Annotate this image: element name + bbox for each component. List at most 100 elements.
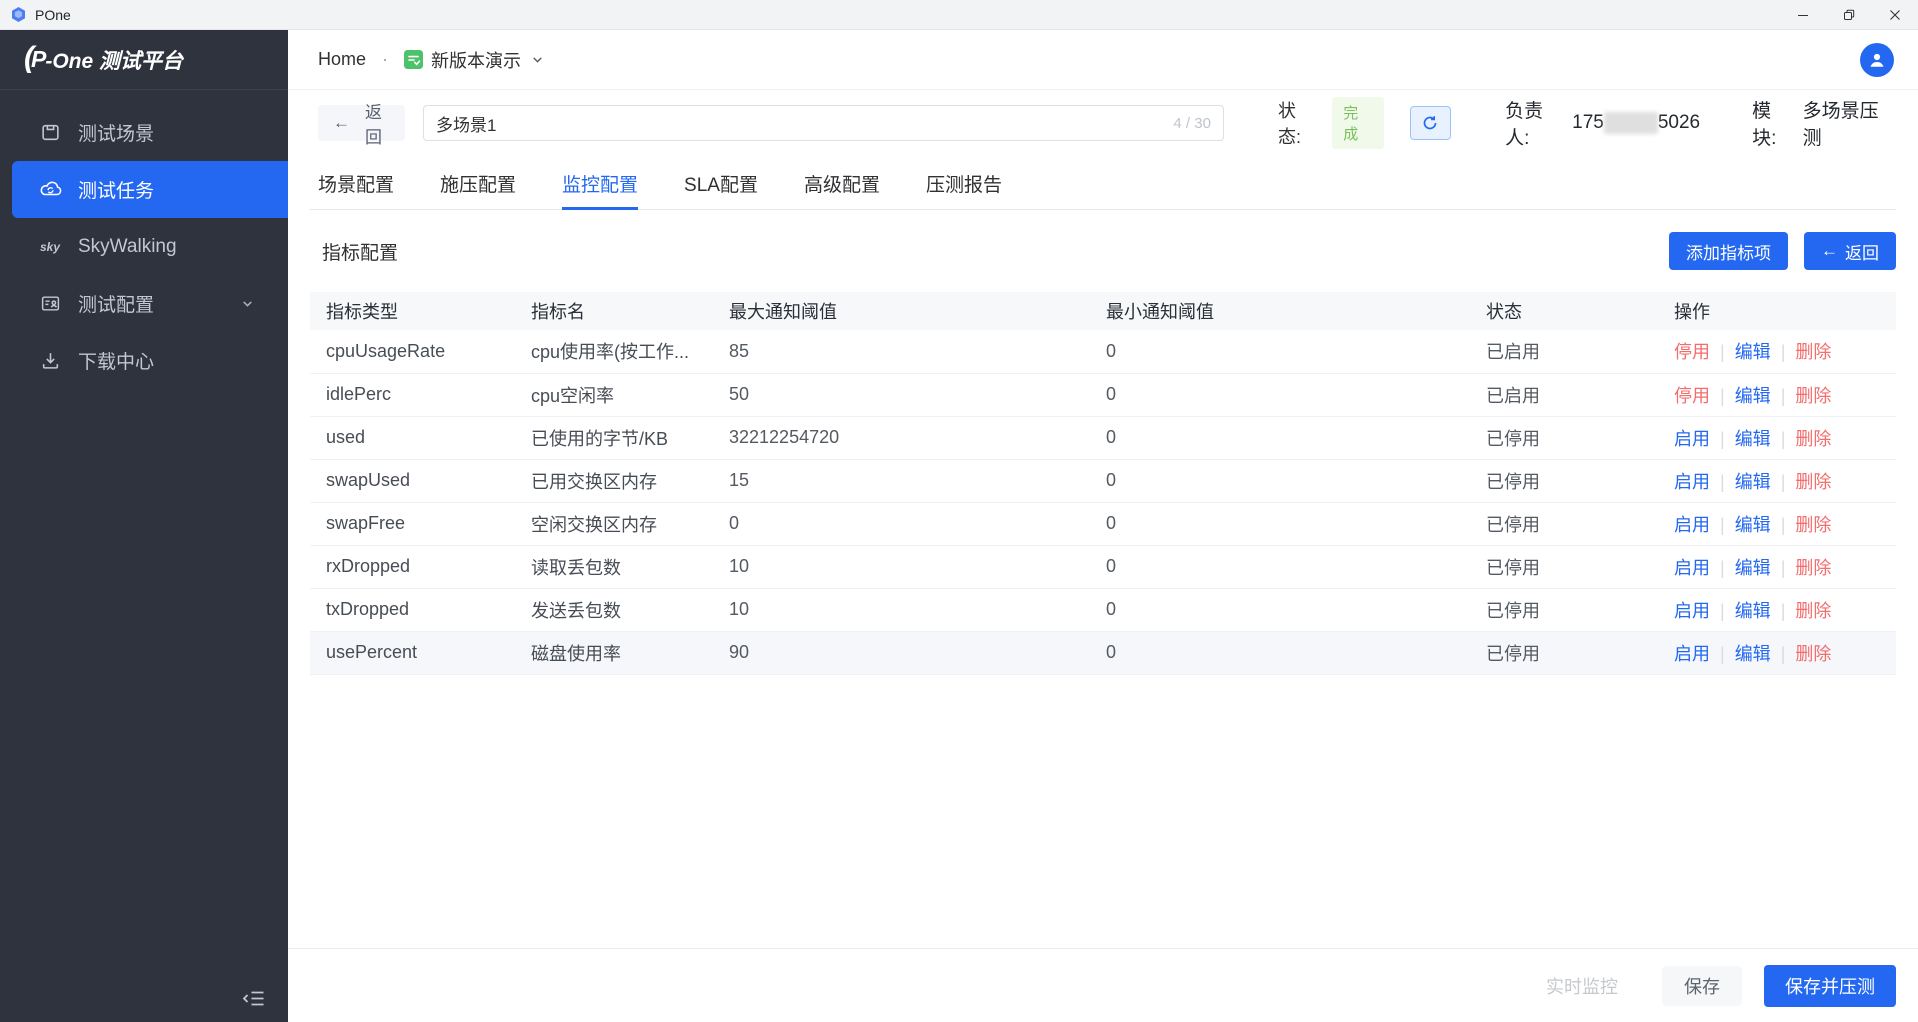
column-header: 最小通知阈值 — [1090, 292, 1470, 330]
owner-phone: 1755026 — [1572, 112, 1700, 134]
edit-link[interactable]: 编辑 — [1735, 558, 1771, 578]
cell-actions: 启用|编辑|删除 — [1658, 502, 1896, 545]
window-controls — [1780, 0, 1918, 29]
cell-max: 90 — [713, 631, 1090, 674]
delete-link[interactable]: 删除 — [1795, 472, 1831, 492]
edit-link[interactable]: 编辑 — [1735, 515, 1771, 535]
tab-1[interactable]: 场景配置 — [318, 166, 394, 209]
edit-link[interactable]: 编辑 — [1735, 386, 1771, 406]
top-header: Home · 新版本演示 — [288, 30, 1918, 90]
logo-arc: ( — [24, 41, 34, 75]
config-icon — [38, 293, 62, 314]
toggle-status-link[interactable]: 启用 — [1674, 515, 1710, 535]
table-row: idlePerccpu空闲率500已启用停用|编辑|删除 — [310, 373, 1896, 416]
save-and-test-button[interactable]: 保存并压测 — [1764, 965, 1896, 1007]
toggle-status-link[interactable]: 启用 — [1674, 644, 1710, 664]
sidebar-item-scenes[interactable]: 测试场景 — [0, 104, 288, 161]
module-info: 模块: 多场景压测 — [1752, 96, 1896, 150]
app-title: POne — [35, 7, 71, 23]
cell-actions: 启用|编辑|删除 — [1658, 588, 1896, 631]
save-button[interactable]: 保存 — [1662, 966, 1742, 1006]
delete-link[interactable]: 删除 — [1795, 386, 1831, 406]
delete-link[interactable]: 删除 — [1795, 515, 1831, 535]
tab-2[interactable]: 施压配置 — [440, 166, 516, 209]
action-divider: | — [1781, 472, 1786, 492]
toggle-status-link[interactable]: 启用 — [1674, 472, 1710, 492]
cell-actions: 启用|编辑|删除 — [1658, 631, 1896, 674]
sidebar-item-sky[interactable]: skySkyWalking — [0, 218, 288, 275]
toggle-status-link[interactable]: 停用 — [1674, 386, 1710, 406]
sidebar-item-tasks[interactable]: 测试任务 — [12, 161, 288, 218]
owner-masked-digits — [1604, 112, 1658, 134]
toggle-status-link[interactable]: 停用 — [1674, 342, 1710, 362]
back-button[interactable]: ← 返回 — [318, 105, 405, 141]
cell-name: 空闲交换区内存 — [515, 502, 713, 545]
edit-link[interactable]: 编辑 — [1735, 342, 1771, 362]
table-row: usePercent磁盘使用率900已停用启用|编辑|删除 — [310, 631, 1896, 674]
edit-link[interactable]: 编辑 — [1735, 644, 1771, 664]
scenes-icon — [38, 122, 62, 143]
brand-logo: (P-One 测试平台 — [0, 30, 288, 90]
section-title: 指标配置 — [322, 238, 398, 265]
action-divider: | — [1720, 386, 1725, 406]
metric-section-header: 指标配置 添加指标项 ← 返回 — [310, 232, 1896, 270]
column-header: 指标类型 — [310, 292, 515, 330]
delete-link[interactable]: 删除 — [1795, 429, 1831, 449]
action-divider: | — [1781, 429, 1786, 449]
minimize-button[interactable] — [1780, 0, 1826, 29]
scene-name-input[interactable] — [436, 113, 1165, 133]
delete-link[interactable]: 删除 — [1795, 558, 1831, 578]
action-divider: | — [1781, 342, 1786, 362]
edit-link[interactable]: 编辑 — [1735, 601, 1771, 621]
project-selector[interactable]: 新版本演示 — [404, 47, 544, 73]
sky-icon: sky — [38, 240, 62, 254]
cell-status: 已启用 — [1470, 373, 1658, 416]
sidebar-collapse-icon[interactable] — [242, 989, 265, 1008]
close-button[interactable] — [1872, 0, 1918, 29]
section-actions: 添加指标项 ← 返回 — [1669, 232, 1896, 270]
cell-name: cpu使用率(按工作... — [515, 330, 713, 373]
chevron-down-icon — [531, 53, 544, 66]
cell-max: 32212254720 — [713, 416, 1090, 459]
refresh-button[interactable] — [1410, 106, 1451, 140]
table-header-row: 指标类型指标名最大通知阈值最小通知阈值状态操作 — [310, 292, 1896, 330]
table-row: swapFree空闲交换区内存00已停用启用|编辑|删除 — [310, 502, 1896, 545]
sidebar-item-download[interactable]: 下载中心 — [0, 332, 288, 389]
tab-5[interactable]: 高级配置 — [804, 166, 880, 209]
toggle-status-link[interactable]: 启用 — [1674, 601, 1710, 621]
cell-actions: 停用|编辑|删除 — [1658, 373, 1896, 416]
cell-type: rxDropped — [310, 545, 515, 588]
sidebar-item-config[interactable]: 测试配置 — [0, 275, 288, 332]
module-value: 多场景压测 — [1803, 96, 1896, 150]
tab-6[interactable]: 压测报告 — [926, 166, 1002, 209]
scene-toolbar: ← 返回 4 / 30 状态: 完成 负责人: 1 — [310, 104, 1896, 142]
table-body: cpuUsageRatecpu使用率(按工作...850已启用停用|编辑|删除i… — [310, 330, 1896, 674]
cell-name: 磁盘使用率 — [515, 631, 713, 674]
delete-link[interactable]: 删除 — [1795, 644, 1831, 664]
cell-status: 已停用 — [1470, 502, 1658, 545]
delete-link[interactable]: 删除 — [1795, 601, 1831, 621]
section-back-button[interactable]: ← 返回 — [1804, 232, 1896, 270]
metrics-table: 指标类型指标名最大通知阈值最小通知阈值状态操作 cpuUsageRatecpu使… — [310, 292, 1896, 675]
restore-button[interactable] — [1826, 0, 1872, 29]
add-metric-button[interactable]: 添加指标项 — [1669, 232, 1788, 270]
tab-4[interactable]: SLA配置 — [684, 166, 758, 209]
sidebar-item-label: 测试配置 — [78, 290, 154, 317]
cell-type: cpuUsageRate — [310, 330, 515, 373]
edit-link[interactable]: 编辑 — [1735, 472, 1771, 492]
toggle-status-link[interactable]: 启用 — [1674, 429, 1710, 449]
realtime-monitor-button[interactable]: 实时监控 — [1546, 973, 1618, 999]
toggle-status-link[interactable]: 启用 — [1674, 558, 1710, 578]
cell-type: usePercent — [310, 631, 515, 674]
table-row: used已使用的字节/KB322122547200已停用启用|编辑|删除 — [310, 416, 1896, 459]
tab-3[interactable]: 监控配置 — [562, 166, 638, 209]
table-row: cpuUsageRatecpu使用率(按工作...850已启用停用|编辑|删除 — [310, 330, 1896, 373]
action-divider: | — [1781, 601, 1786, 621]
user-avatar[interactable] — [1860, 43, 1894, 77]
delete-link[interactable]: 删除 — [1795, 342, 1831, 362]
status-badge: 完成 — [1332, 97, 1384, 149]
breadcrumb-separator: · — [382, 49, 388, 70]
cell-type: swapUsed — [310, 459, 515, 502]
breadcrumb-home[interactable]: Home — [318, 49, 366, 70]
edit-link[interactable]: 编辑 — [1735, 429, 1771, 449]
